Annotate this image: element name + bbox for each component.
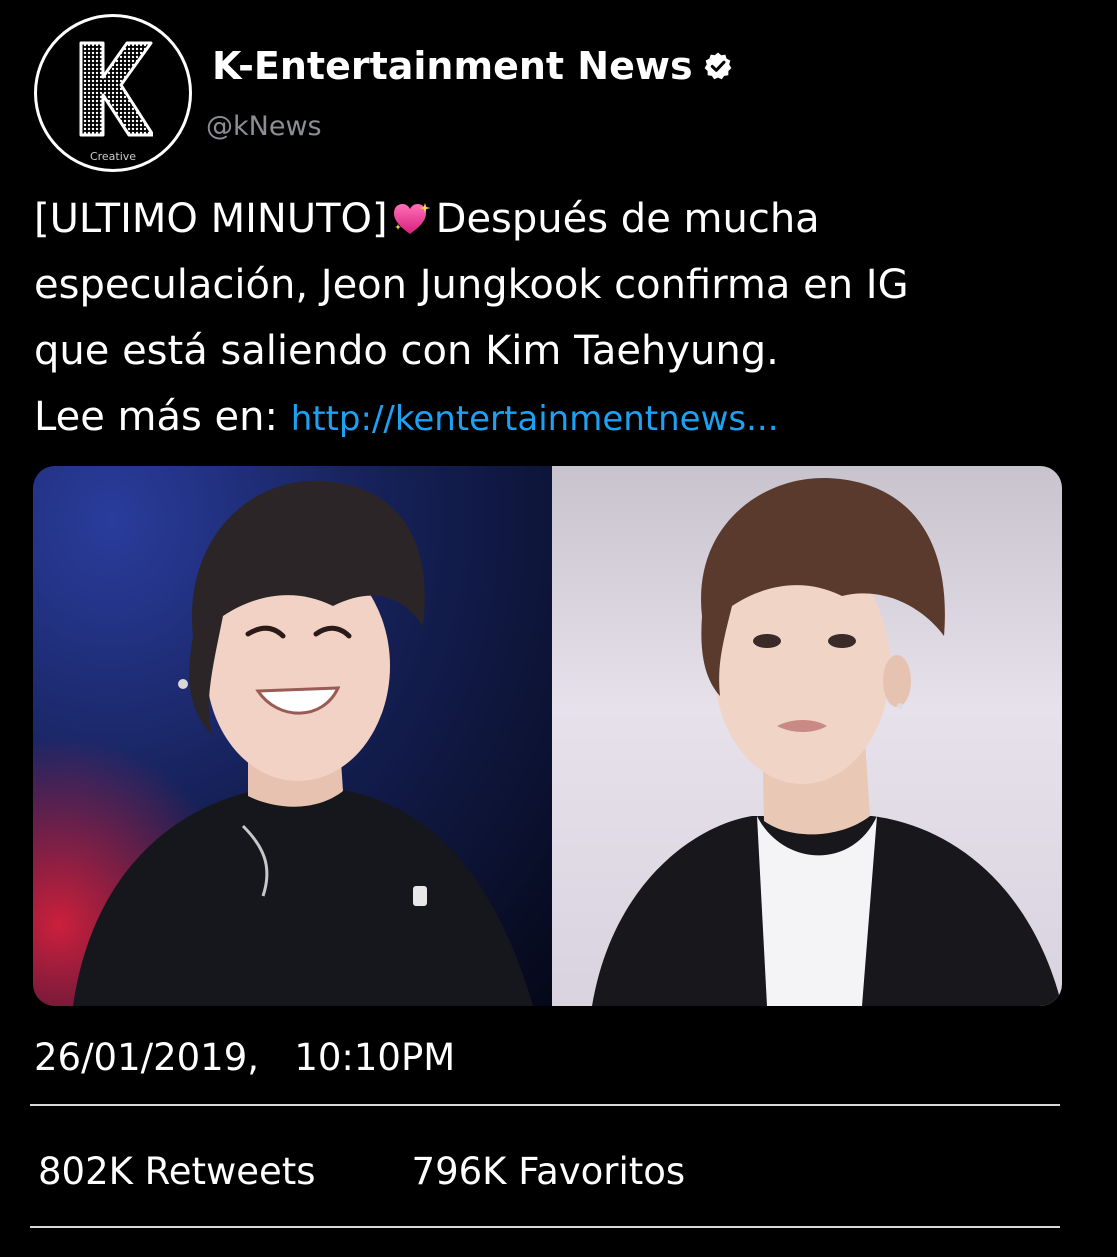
account-handle[interactable]: @kNews [206, 111, 322, 142]
tweet-photo[interactable] [33, 466, 1062, 1006]
sparkling-heart-icon [393, 203, 431, 234]
photo-right-panel [552, 466, 1062, 1006]
account-name-row[interactable]: K-Entertainment News [212, 44, 733, 88]
verified-badge-icon [704, 52, 732, 80]
divider [30, 1104, 1060, 1106]
display-name: K-Entertainment News [212, 44, 693, 88]
tweet-line-4: Lee más en: http://kentertainmentnews... [34, 384, 1084, 452]
tweet-line-1-text: Después de mucha [435, 196, 820, 242]
article-link[interactable]: http://kentertainmentnews... [291, 399, 779, 439]
person-portrait-illustration [592, 477, 1062, 1006]
tweet-line-3: que está saliendo con Kim Taehyung. [34, 328, 779, 374]
avatar[interactable]: Creative [34, 14, 192, 172]
tweet-timestamp[interactable]: 26/01/2019, 10:10PM [34, 1036, 455, 1079]
tweet-stats: 802K Retweets 796K Favoritos [38, 1150, 685, 1193]
tweet-line-2: especulación, Jeon Jungkook confirma en … [34, 262, 909, 308]
tweet-line-1: [ULTIMO MINUTO] Después de mucha [34, 186, 1084, 252]
tweet-tag: [ULTIMO MINUTO] [34, 196, 388, 242]
person-smiling-illustration [33, 466, 552, 1006]
favorites-count[interactable]: 796K Favoritos [412, 1150, 686, 1193]
read-more-label: Lee más en: [34, 394, 291, 440]
photo-left-panel [33, 466, 552, 1006]
divider [30, 1226, 1060, 1228]
tweet-date: 26/01/2019, [34, 1036, 260, 1079]
tweet-text: [ULTIMO MINUTO] Después de mucha especul… [34, 186, 1084, 452]
k-logo-icon [79, 41, 153, 137]
tweet-time: 10:10PM [294, 1036, 456, 1079]
retweets-count[interactable]: 802K Retweets [38, 1150, 316, 1193]
avatar-caption: Creative [89, 150, 137, 163]
